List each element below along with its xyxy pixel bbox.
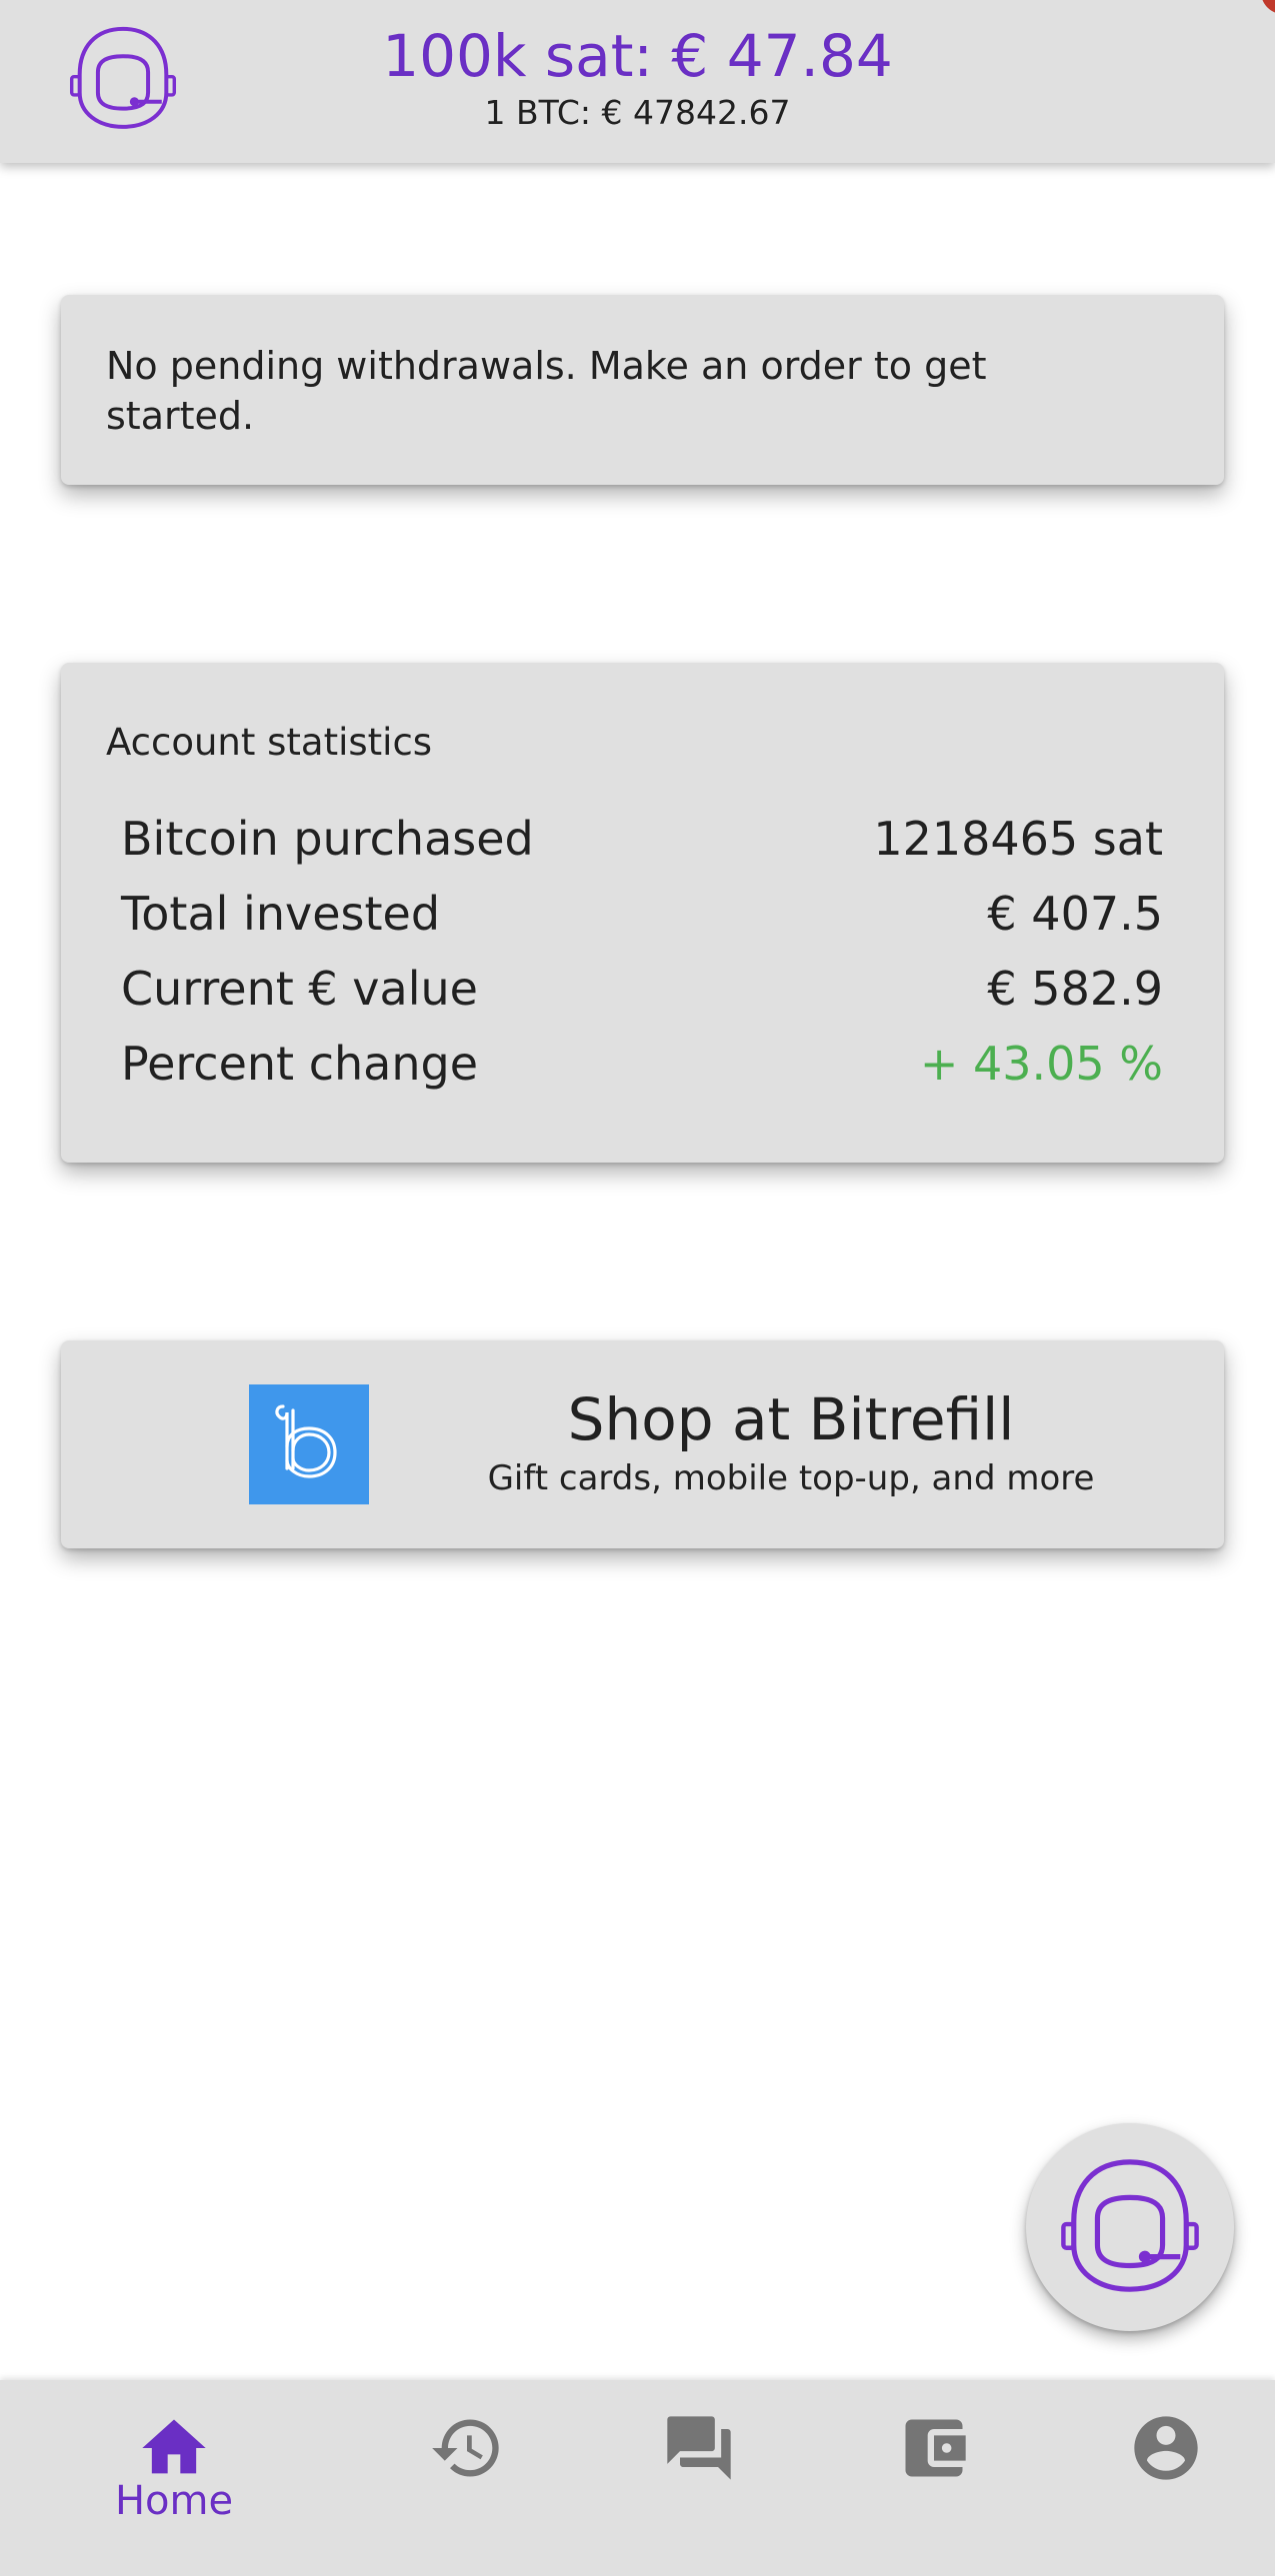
stat-row-bitcoin-purchased: Bitcoin purchased 1218465 sat xyxy=(121,809,1163,869)
nav-wallet[interactable] xyxy=(834,2380,1034,2576)
stat-value-positive: + 43.05 % xyxy=(919,1037,1163,1091)
stats-title: Account statistics xyxy=(106,721,433,764)
support-fab-button[interactable] xyxy=(1026,2123,1234,2331)
nav-account[interactable] xyxy=(1066,2380,1266,2576)
wallet-icon xyxy=(905,2419,966,2477)
pending-withdrawals-card: No pending withdrawals. Make an order to… xyxy=(61,295,1224,485)
account-statistics-card: Account statistics Bitcoin purchased 121… xyxy=(61,663,1224,1163)
stat-value: 1218465 sat xyxy=(873,812,1163,866)
shop-subtitle: Gift cards, mobile top-up, and more xyxy=(487,1458,1095,1498)
app-bar: 100k sat: € 47.84 1 BTC: € 47842.67 xyxy=(0,0,1275,163)
stat-row-percent-change: Percent change + 43.05 % xyxy=(121,1034,1163,1094)
stat-row-total-invested: Total invested € 407.5 xyxy=(121,884,1163,944)
account-icon xyxy=(1134,2416,1198,2480)
astronaut-helmet-icon xyxy=(1061,2159,1199,2292)
stat-label: Total invested xyxy=(121,887,441,941)
stat-label: Current € value xyxy=(121,962,478,1016)
shop-title: Shop at Bitrefill xyxy=(567,1385,1015,1453)
stat-label: Bitcoin purchased xyxy=(121,812,534,866)
home-icon xyxy=(142,2419,206,2474)
stat-value: € 582.9 xyxy=(987,962,1163,1016)
nav-history[interactable] xyxy=(367,2380,567,2576)
stat-label: Percent change xyxy=(121,1037,478,1091)
bitrefill-logo-icon xyxy=(249,1384,369,1504)
btc-price: 1 BTC: € 47842.67 xyxy=(484,93,791,132)
stat-row-current-value: Current € value € 582.9 xyxy=(121,959,1163,1019)
stat-value: € 407.5 xyxy=(987,887,1163,941)
shop-bitrefill-button[interactable]: Shop at Bitrefill Gift cards, mobile top… xyxy=(61,1340,1224,1548)
bottom-navigation: Home xyxy=(0,2380,1275,2576)
history-icon xyxy=(432,2419,499,2477)
price-per-100k-sat: 100k sat: € 47.84 xyxy=(382,22,893,90)
chat-icon xyxy=(667,2416,731,2480)
pending-withdrawals-message: No pending withdrawals. Make an order to… xyxy=(106,344,987,438)
nav-home-label: Home xyxy=(114,2478,234,2524)
nav-home[interactable]: Home xyxy=(74,2380,274,2576)
nav-chat[interactable] xyxy=(599,2380,799,2576)
